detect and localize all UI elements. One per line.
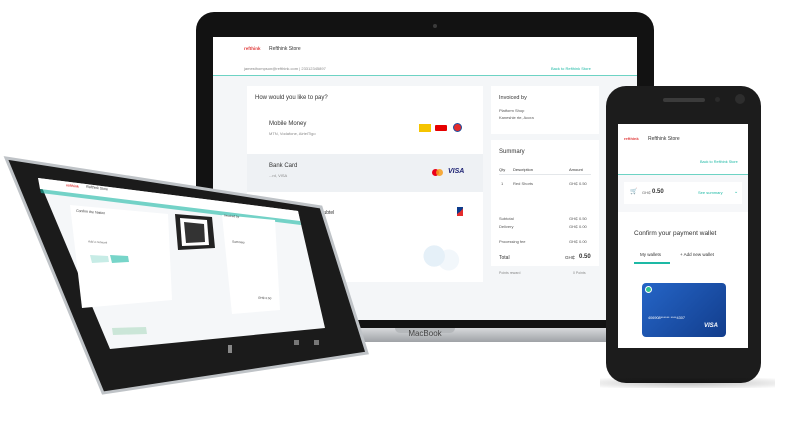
tablet-total: GH₵ 0.50 (257, 295, 272, 301)
cart-icon: 🛒 (630, 189, 638, 195)
visa-icon: VISA (704, 323, 719, 329)
phone-screen: refthink Refthink Store Back to Refthink… (618, 124, 748, 348)
phone-amount: 0.50 (652, 189, 664, 195)
tablet-back-button[interactable] (90, 255, 109, 263)
phone-store: Refthink Store (648, 136, 680, 142)
tab-underline (634, 262, 670, 264)
card-number: 406908****** ****4307 (648, 316, 685, 320)
tablet-summary-card (222, 215, 280, 314)
qr-code-center (184, 222, 205, 243)
phone-camera (735, 94, 745, 104)
phone-subbar: Back to Refthink Store (618, 152, 748, 175)
phone-back-link[interactable]: Back to Refthink Store (700, 160, 738, 164)
chevron-down-icon[interactable]: ⌄ (734, 189, 738, 195)
phone-header: refthink Refthink Store (618, 124, 748, 152)
see-summary-link[interactable]: See summary (698, 190, 723, 195)
phone-shadow (600, 378, 775, 388)
tab-add-wallet[interactable]: + Add new wallet (680, 252, 714, 257)
tablet-back-icon[interactable] (294, 340, 299, 345)
phone-amount-card: 🛒 GH₵ 0.50 See summary ⌄ (624, 182, 742, 204)
phone-wallet-card: Confirm your payment wallet My wallets +… (618, 212, 748, 348)
phone-speaker (663, 98, 705, 102)
tablet-summary-title: Summary (231, 239, 245, 245)
tablet-menu-icon[interactable] (314, 340, 319, 345)
tablet-home-icon[interactable] (228, 345, 232, 353)
tablet-next-button[interactable] (110, 255, 129, 263)
phone-confirm-title: Confirm your payment wallet (634, 230, 717, 237)
tab-my-wallets[interactable]: My wallets (640, 252, 661, 257)
phone-amount-currency: GH₵ (642, 190, 651, 195)
phone-sensor (715, 97, 720, 102)
tablet-card-thumb (112, 327, 147, 335)
wallet-card[interactable]: 406908****** ****4307 VISA (642, 283, 726, 337)
phone-logo: refthink (624, 136, 639, 141)
check-icon (645, 286, 652, 293)
